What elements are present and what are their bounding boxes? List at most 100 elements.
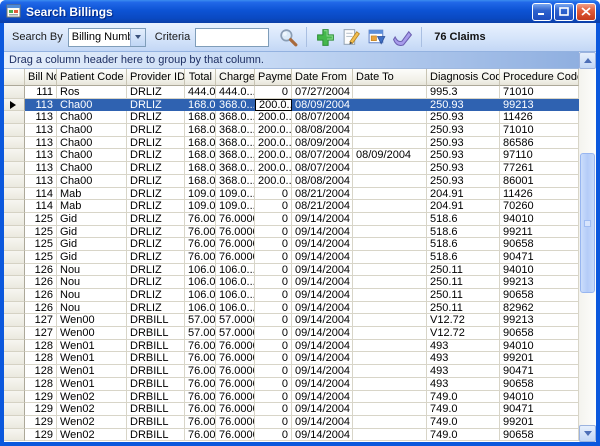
table-cell[interactable]: 76.0000 [216, 365, 255, 378]
table-cell[interactable]: Wen02 [57, 391, 127, 404]
table-cell[interactable]: 109.0... [216, 188, 255, 201]
table-cell[interactable]: Cha00 [57, 137, 127, 150]
table-cell[interactable]: 518.6 [427, 213, 500, 226]
table-cell[interactable]: 07/27/2004 [292, 86, 353, 99]
row-header[interactable] [4, 86, 25, 99]
row-header[interactable] [4, 213, 25, 226]
table-cell[interactable]: Cha00 [57, 111, 127, 124]
table-cell[interactable]: 168.0... [185, 175, 216, 188]
table-cell[interactable]: 128 [25, 352, 57, 365]
table-cell[interactable]: 76.0000 [216, 213, 255, 226]
table-cell[interactable]: 09/14/2004 [292, 403, 353, 416]
table-cell[interactable]: 94010 [500, 391, 579, 404]
table-cell[interactable]: Cha00 [57, 124, 127, 137]
table-cell[interactable]: Gid [57, 226, 127, 239]
table-cell[interactable]: 204.91 [427, 188, 500, 201]
table-cell[interactable]: 82962 [500, 302, 579, 315]
table-cell[interactable]: 08/07/2004 [292, 149, 353, 162]
column-header-provider[interactable]: Provider ID [127, 69, 185, 86]
table-cell[interactable]: 749.0 [427, 429, 500, 442]
table-cell[interactable]: 995.3 [427, 86, 500, 99]
table-cell[interactable]: 113 [25, 124, 57, 137]
row-header[interactable] [4, 251, 25, 264]
table-cell[interactable]: 114 [25, 200, 57, 213]
table-cell[interactable] [353, 302, 427, 315]
table-cell[interactable]: 76.0000 [216, 340, 255, 353]
table-cell[interactable]: 250.93 [427, 175, 500, 188]
table-cell[interactable]: Gid [57, 251, 127, 264]
table-cell[interactable]: 76.00... [185, 340, 216, 353]
table-cell[interactable]: 106.0... [185, 302, 216, 315]
row-header[interactable] [4, 314, 25, 327]
table-cell[interactable]: 250.93 [427, 111, 500, 124]
table-cell[interactable]: 76.00... [185, 416, 216, 429]
table-cell[interactable]: DRLIZ [127, 111, 185, 124]
table-cell[interactable]: 0 [255, 302, 292, 315]
table-row[interactable]: 114MabDRLIZ109.0...109.0...008/21/200420… [4, 200, 579, 213]
table-cell[interactable]: 444.0... [185, 86, 216, 99]
table-cell[interactable]: Cha00 [57, 162, 127, 175]
table-cell[interactable]: 09/14/2004 [292, 352, 353, 365]
column-header-dateto[interactable]: Date To [353, 69, 427, 86]
table-cell[interactable]: 168.0... [185, 111, 216, 124]
table-cell[interactable]: 76.0000 [216, 238, 255, 251]
table-cell[interactable]: 250.93 [427, 149, 500, 162]
table-cell[interactable]: 11426 [500, 111, 579, 124]
table-cell[interactable]: 114 [25, 188, 57, 201]
table-cell[interactable]: 90471 [500, 365, 579, 378]
validate-claims-button[interactable] [391, 25, 415, 49]
table-cell[interactable]: DRLIZ [127, 175, 185, 188]
table-cell[interactable]: 168.0... [185, 124, 216, 137]
table-cell[interactable]: 0 [255, 416, 292, 429]
table-cell[interactable]: 0 [255, 226, 292, 239]
table-cell[interactable]: Wen00 [57, 314, 127, 327]
table-row[interactable]: 111RosDRLIZ444.0...444.0...007/27/200499… [4, 86, 579, 99]
table-cell[interactable]: 106.0... [185, 264, 216, 277]
add-billing-button[interactable] [313, 25, 337, 49]
table-cell[interactable]: 76.00... [185, 251, 216, 264]
table-cell[interactable]: 749.0 [427, 403, 500, 416]
table-cell[interactable]: DRLIZ [127, 149, 185, 162]
table-cell[interactable] [353, 378, 427, 391]
table-cell[interactable]: 99213 [500, 314, 579, 327]
table-cell[interactable]: 493 [427, 340, 500, 353]
search-button[interactable] [276, 25, 300, 49]
table-row[interactable]: 114MabDRLIZ109.0...109.0...008/21/200420… [4, 188, 579, 201]
table-cell[interactable]: 09/14/2004 [292, 378, 353, 391]
table-cell[interactable]: Cha00 [57, 175, 127, 188]
row-header[interactable] [4, 352, 25, 365]
table-row[interactable]: 125GidDRLIZ76.00...76.0000009/14/2004518… [4, 238, 579, 251]
table-cell[interactable]: 86586 [500, 137, 579, 150]
table-cell[interactable]: 250.11 [427, 264, 500, 277]
table-cell[interactable]: 109.0... [185, 200, 216, 213]
table-cell[interactable]: 113 [25, 162, 57, 175]
table-row[interactable]: 128Wen01DRBILL76.00...76.0000009/14/2004… [4, 365, 579, 378]
table-cell[interactable]: 09/14/2004 [292, 429, 353, 442]
criteria-input[interactable] [195, 28, 269, 47]
table-cell[interactable]: 128 [25, 378, 57, 391]
table-cell[interactable]: Nou [57, 264, 127, 277]
table-cell[interactable]: 518.6 [427, 251, 500, 264]
column-header-procedure[interactable]: Procedure Code [500, 69, 579, 86]
table-cell[interactable]: Wen02 [57, 429, 127, 442]
table-cell[interactable]: 90471 [500, 403, 579, 416]
table-cell[interactable]: 09/14/2004 [292, 416, 353, 429]
table-cell[interactable]: 76.0000 [216, 416, 255, 429]
table-cell[interactable]: 90658 [500, 289, 579, 302]
table-row[interactable]: 129Wen02DRBILL76.00...76.0000009/14/2004… [4, 416, 579, 429]
column-header-patient[interactable]: Patient Code [57, 69, 127, 86]
table-cell[interactable]: 09/14/2004 [292, 365, 353, 378]
table-cell[interactable] [353, 238, 427, 251]
table-cell[interactable]: 113 [25, 137, 57, 150]
table-cell[interactable]: 368.0... [216, 124, 255, 137]
table-cell[interactable]: 168.0... [185, 162, 216, 175]
table-cell[interactable]: Nou [57, 302, 127, 315]
table-cell[interactable]: 128 [25, 340, 57, 353]
table-cell[interactable]: 57.0000 [216, 327, 255, 340]
column-header-charges[interactable]: Charges [216, 69, 255, 86]
table-cell[interactable]: 90658 [500, 378, 579, 391]
table-cell[interactable]: 106.0... [185, 289, 216, 302]
row-header[interactable] [4, 175, 25, 188]
table-row[interactable]: 113Cha00DRLIZ168.0...368.0...200.0...08/… [4, 175, 579, 188]
table-cell[interactable]: 129 [25, 416, 57, 429]
